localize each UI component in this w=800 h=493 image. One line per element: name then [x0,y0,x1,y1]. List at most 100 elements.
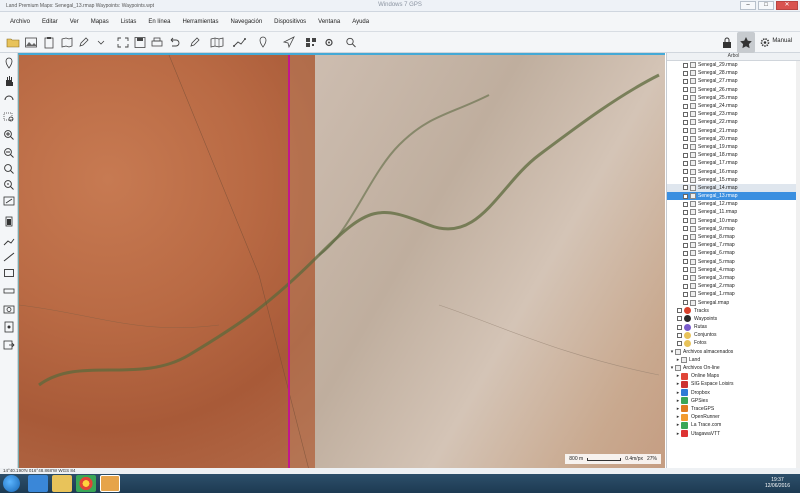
map-list-item[interactable]: Senegal_17.rmap [667,159,800,167]
fullscreen-icon[interactable] [116,36,130,49]
map-visibility-checkbox[interactable] [683,62,688,68]
stored-item[interactable]: ▸ Land [667,356,800,364]
photo-icon[interactable] [2,303,16,315]
map-list-item[interactable]: Senegal_28.rmap [667,69,800,77]
map-visibility-checkbox[interactable] [683,87,688,93]
close-button[interactable]: ✕ [776,1,798,10]
clipboard-icon[interactable] [42,36,56,49]
map-visibility-checkbox[interactable] [683,152,688,158]
start-button[interactable] [3,475,20,492]
map-list-item[interactable]: Senegal_2.rmap [667,282,800,290]
export-icon[interactable] [2,339,16,351]
map-list-item[interactable]: Senegal_5.rmap [667,258,800,266]
layer-item[interactable]: Rutas [667,323,800,331]
map-list-item[interactable]: Senegal_9.rmap [667,225,800,233]
online-files-section[interactable]: ▾ Archivos On-line [667,364,800,372]
map-list-item[interactable]: Senegal_25.rmap [667,94,800,102]
stored-files-section[interactable]: ▾ Archivos almacenados [667,348,800,356]
minimize-button[interactable]: – [740,1,756,10]
qr-code-icon[interactable] [304,36,318,49]
map-list-item[interactable]: Senegal_11.rmap [667,208,800,216]
settings-icon[interactable] [322,36,336,49]
map-icon[interactable] [210,36,224,49]
map-visibility-checkbox[interactable] [683,185,688,191]
map-list-item[interactable]: Senegal_22.rmap [667,118,800,126]
map-visibility-checkbox[interactable] [683,193,688,199]
map-list-item[interactable]: Senegal_29.rmap [667,61,800,69]
map-list-item[interactable]: Senegal_18.rmap [667,151,800,159]
map-visibility-checkbox[interactable] [683,267,688,273]
map-list-item[interactable]: Senegal_7.rmap [667,241,800,249]
online-service-item[interactable]: ▸ UtagawaVTT [667,429,800,438]
map-visibility-checkbox[interactable] [683,259,688,265]
map-list-item[interactable]: Senegal_10.rmap [667,217,800,225]
layer-checkbox[interactable] [677,308,682,314]
map-visibility-checkbox[interactable] [683,291,688,297]
map-list-item[interactable]: Senegal_26.rmap [667,86,800,94]
layer-item[interactable]: Tracks [667,307,800,315]
map-list-item[interactable]: Senegal_4.rmap [667,266,800,274]
online-service-item[interactable]: ▸ TraceGPS [667,405,800,413]
gps-app-taskbar-icon[interactable] [100,475,120,492]
map-list-item[interactable]: Senegal_15.rmap [667,176,800,184]
layer-item[interactable]: Conjuntos [667,331,800,339]
undo-icon[interactable] [167,36,181,49]
map-list-item[interactable]: Senegal_24.rmap [667,102,800,110]
map-visibility-checkbox[interactable] [683,201,688,207]
layer-checkbox[interactable] [677,324,682,330]
map-visibility-checkbox[interactable] [683,275,688,281]
tree-scrollbar[interactable] [796,61,800,468]
map-visibility-checkbox[interactable] [683,218,688,224]
map-visibility-checkbox[interactable] [683,128,688,134]
map-list-item[interactable]: Senegal_8.rmap [667,233,800,241]
map-visibility-checkbox[interactable] [683,234,688,240]
online-service-item[interactable]: ▸ GPSies [667,397,800,405]
map-list-item[interactable]: Senegal_14.rmap [667,183,800,192]
map-list-item[interactable]: Senegal_1.rmap [667,290,800,298]
map-visibility-checkbox[interactable] [683,70,688,76]
favorites-star-icon[interactable] [737,32,755,53]
map-layers-icon[interactable] [60,36,74,49]
map-list-item[interactable]: Senegal_23.rmap [667,110,800,118]
menu-ventana[interactable]: Ventana [312,19,346,25]
menu-navegacion[interactable]: Navegación [224,19,268,25]
online-service-item[interactable]: ▸ Online Maps [667,372,800,380]
map-visibility-checkbox[interactable] [683,119,688,125]
map-visibility-checkbox[interactable] [683,111,688,117]
navigate-arrow-icon[interactable] [282,36,296,49]
map-list-item[interactable]: Senegal_27.rmap [667,77,800,85]
map-visibility-checkbox[interactable] [683,169,688,175]
menu-listas[interactable]: Listas [115,19,143,25]
map-list-item[interactable]: Senegal_20.rmap [667,135,800,143]
menu-ayuda[interactable]: Ayuda [346,19,375,25]
layer-item[interactable]: Fotos [667,339,800,347]
map-visibility-checkbox[interactable] [683,160,688,166]
gear-icon[interactable] [758,36,772,49]
zoom-fit-icon[interactable] [2,179,16,191]
save-icon[interactable] [133,36,147,49]
map-list-item[interactable]: Senegal_19.rmap [667,143,800,151]
map-list-item[interactable]: Senegal_13.rmap [667,192,800,201]
battery-icon[interactable] [2,215,16,227]
maximize-button[interactable]: □ [758,1,774,10]
open-folder-icon[interactable] [6,36,20,49]
fit-window-icon[interactable] [2,195,16,207]
layer-checkbox[interactable] [677,332,682,338]
layer-checkbox[interactable] [677,316,682,322]
zoom-out-icon[interactable] [2,147,16,159]
zoom-in-icon[interactable] [2,129,16,141]
lock-icon[interactable] [720,36,734,49]
map-visibility-checkbox[interactable] [683,103,688,109]
print-icon[interactable] [150,36,164,49]
map-visibility-checkbox[interactable] [683,144,688,150]
map-list-item[interactable]: Senegal_3.rmap [667,274,800,282]
zoom-level[interactable]: 27% [647,456,657,462]
map-visibility-checkbox[interactable] [683,177,688,183]
map-visibility-checkbox[interactable] [683,283,688,289]
menu-ver[interactable]: Ver [64,19,85,25]
hand-pan-icon[interactable] [2,75,16,87]
draw-line-icon[interactable] [2,251,16,263]
rectangle-icon[interactable] [2,267,16,279]
measure-icon[interactable] [2,285,16,297]
map-visibility-checkbox[interactable] [683,95,688,101]
